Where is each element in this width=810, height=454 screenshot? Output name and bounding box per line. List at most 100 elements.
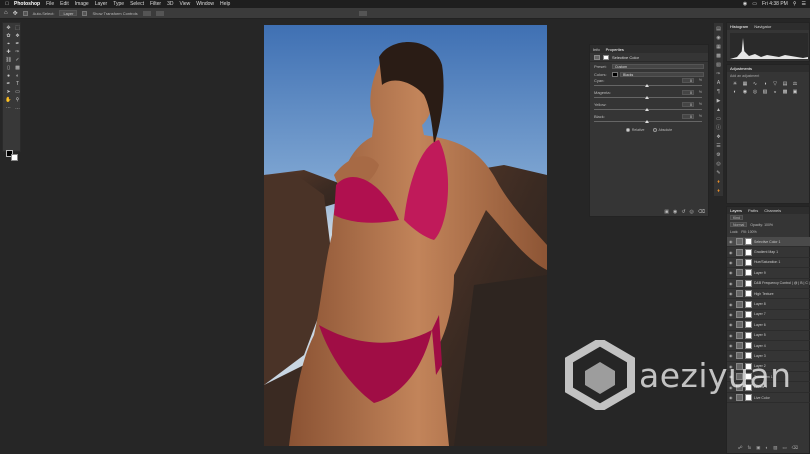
visibility-icon[interactable]: ◎ bbox=[690, 209, 694, 215]
colors-dropdown[interactable]: Blacks bbox=[620, 71, 704, 77]
quick-select-icon[interactable]: ❖ bbox=[13, 32, 22, 40]
slider-knob[interactable] bbox=[645, 84, 649, 87]
patterns-icon[interactable]: ▧ bbox=[716, 62, 721, 68]
reset-icon[interactable]: ↺ bbox=[681, 209, 685, 215]
curves-icon[interactable]: ∿ bbox=[751, 81, 759, 87]
layer-select-dropdown[interactable]: Layer bbox=[59, 10, 78, 16]
invert-icon[interactable]: ◒ bbox=[771, 89, 779, 95]
slider-value[interactable]: 0 bbox=[682, 90, 694, 95]
brightness-icon[interactable]: ☀ bbox=[731, 81, 739, 87]
swatches-icon[interactable]: ▦ bbox=[716, 44, 721, 50]
tab-navigator[interactable]: Navigator bbox=[754, 24, 771, 29]
opacity-control[interactable]: Opacity: 100% bbox=[750, 223, 773, 227]
align-buttons[interactable] bbox=[142, 10, 151, 16]
eye-icon[interactable]: ◉ bbox=[729, 250, 734, 255]
clock[interactable]: Fri 4:38 PM bbox=[762, 1, 788, 7]
glyphs-icon[interactable]: ❖ bbox=[716, 134, 720, 140]
layer-row[interactable]: ◉ D&B Frequency Control | @ | B | C | bbox=[727, 279, 810, 289]
history-icon[interactable]: ▤ bbox=[716, 26, 721, 32]
move-icon[interactable]: ✥ bbox=[4, 24, 13, 32]
layer-row[interactable]: ◉ Layer 7 bbox=[727, 310, 810, 321]
eye-icon[interactable]: ◉ bbox=[729, 281, 734, 286]
notes-icon[interactable]: ✎ bbox=[716, 170, 720, 176]
menu-list-icon[interactable]: ☰ bbox=[802, 1, 806, 7]
hue-sat-icon[interactable]: ▤ bbox=[781, 81, 789, 87]
eye-icon[interactable]: ◉ bbox=[729, 333, 734, 338]
apple-icon[interactable]:  bbox=[4, 1, 10, 7]
menu-filter[interactable]: Filter bbox=[150, 1, 161, 7]
color-balance-icon[interactable]: ⚖ bbox=[791, 81, 799, 87]
channel-mixer-icon[interactable]: ◎ bbox=[751, 89, 759, 95]
dodge-icon[interactable]: ◐ bbox=[13, 72, 22, 80]
tab-layers[interactable]: Layers bbox=[730, 208, 742, 213]
hand-icon[interactable]: ✋ bbox=[4, 96, 13, 104]
shape-icon[interactable]: ▭ bbox=[13, 88, 22, 96]
layer-row[interactable]: ◉ Layer 8 bbox=[727, 299, 810, 310]
layer-mask-thumbnail[interactable] bbox=[745, 279, 752, 287]
slider-black[interactable]: Black: 0% bbox=[590, 114, 708, 126]
slider-knob[interactable] bbox=[645, 108, 649, 111]
layer-mask-thumbnail[interactable] bbox=[745, 238, 752, 246]
menu-3d[interactable]: 3D bbox=[167, 1, 173, 7]
menu-layer[interactable]: Layer bbox=[95, 1, 108, 7]
stamp-icon[interactable]: ⛓ bbox=[4, 56, 13, 64]
tab-histogram[interactable]: Histogram bbox=[730, 24, 748, 29]
preset-dropdown[interactable]: Custom bbox=[612, 63, 704, 69]
layer-mask-thumbnail[interactable] bbox=[745, 331, 752, 339]
absolute-radio[interactable]: Absolute bbox=[652, 128, 672, 132]
slider-cyan[interactable]: Cyan: 0% bbox=[590, 78, 708, 90]
marquee-icon[interactable]: ⬚ bbox=[13, 24, 22, 32]
photo-filter-icon[interactable]: ◉ bbox=[741, 89, 749, 95]
layer-row[interactable]: ◉ Selective Color 1 bbox=[727, 237, 810, 248]
tab-paths[interactable]: Paths bbox=[748, 208, 758, 213]
actions-icon[interactable]: ▶ bbox=[717, 98, 721, 104]
menu-help[interactable]: Help bbox=[220, 1, 230, 7]
eye-icon[interactable]: ◉ bbox=[729, 260, 734, 265]
more-tools-icon[interactable]: ⋯ bbox=[4, 104, 13, 112]
home-icon[interactable]: ⌂ bbox=[4, 10, 8, 16]
layer-row[interactable]: ◉ Layer 9 bbox=[727, 268, 810, 279]
eye-icon[interactable]: ◉ bbox=[729, 239, 734, 244]
styles-icon[interactable]: ▲ bbox=[716, 107, 721, 113]
background-color-swatch[interactable] bbox=[11, 154, 18, 161]
blur-icon[interactable]: ● bbox=[4, 72, 13, 80]
eye-icon[interactable]: ◉ bbox=[729, 312, 734, 317]
new-adjustment-icon[interactable]: ◐ bbox=[765, 445, 768, 451]
tab-channels[interactable]: Channels bbox=[764, 208, 781, 213]
bw-icon[interactable]: ◐ bbox=[731, 89, 739, 95]
menu-image[interactable]: Image bbox=[75, 1, 89, 7]
eye-icon[interactable]: ◉ bbox=[729, 302, 734, 307]
eye-icon[interactable]: ◉ bbox=[729, 322, 734, 327]
eye-icon[interactable]: ◉ bbox=[729, 270, 734, 275]
path-select-icon[interactable]: ➤ bbox=[4, 88, 13, 96]
transform-checkbox[interactable] bbox=[82, 10, 88, 16]
threshold-icon[interactable]: ▣ bbox=[791, 89, 799, 95]
info-icon[interactable]: ⓘ bbox=[716, 125, 721, 131]
new-layer-icon[interactable]: ▭ bbox=[782, 445, 786, 451]
trash-icon[interactable]: ⌫ bbox=[792, 445, 798, 451]
3d-mode-buttons[interactable] bbox=[358, 10, 367, 16]
tab-properties[interactable]: Properties bbox=[606, 47, 624, 52]
menu-window[interactable]: Window bbox=[196, 1, 214, 7]
add-mask-icon[interactable]: ▣ bbox=[756, 445, 760, 451]
relative-radio[interactable]: Relative bbox=[625, 128, 645, 132]
gradient-icon[interactable]: ▩ bbox=[13, 64, 22, 72]
type-icon[interactable]: T bbox=[13, 80, 22, 88]
new-group-icon[interactable]: ▧ bbox=[773, 445, 777, 451]
layer-row[interactable]: ◉ Gradient Map 1 bbox=[727, 247, 810, 258]
fx-icon[interactable]: fx bbox=[748, 445, 752, 451]
distribute-buttons[interactable] bbox=[155, 10, 164, 16]
layer-mask-thumbnail[interactable] bbox=[745, 310, 752, 318]
slider-value[interactable]: 0 bbox=[682, 102, 694, 107]
menu-edit[interactable]: Edit bbox=[60, 1, 69, 7]
exposure-icon[interactable]: ◑ bbox=[761, 81, 769, 87]
search-icon[interactable]: ⚲ bbox=[793, 1, 797, 7]
wifi-icon[interactable]: ◉ bbox=[743, 1, 747, 7]
menu-select[interactable]: Select bbox=[130, 1, 144, 7]
slider-knob[interactable] bbox=[645, 96, 649, 99]
color-icon[interactable]: ◉ bbox=[716, 35, 720, 41]
paragraph-icon[interactable]: ¶ bbox=[717, 89, 720, 95]
slider-yellow[interactable]: Yellow: 0% bbox=[590, 102, 708, 114]
trash-icon[interactable]: ⌫ bbox=[698, 209, 705, 215]
slider-value[interactable]: 0 bbox=[682, 114, 694, 119]
